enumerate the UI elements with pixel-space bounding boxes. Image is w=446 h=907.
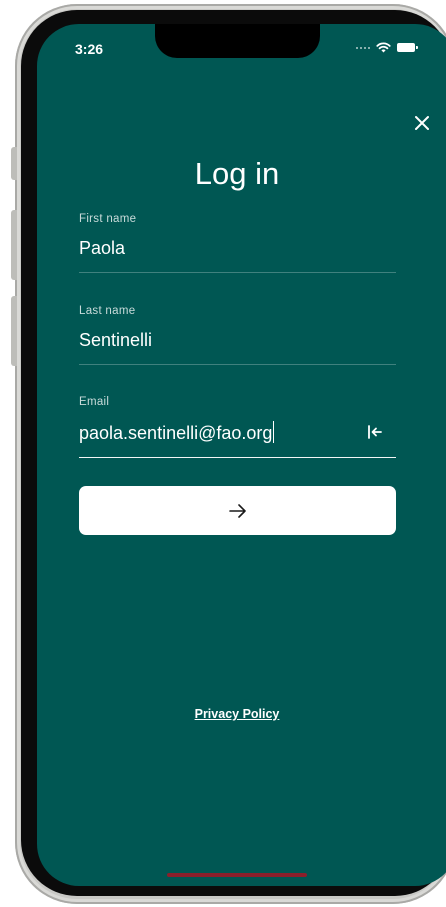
wifi-icon (376, 42, 391, 53)
mute-switch (11, 147, 17, 180)
clear-field-icon[interactable] (366, 423, 384, 441)
volume-up-button (11, 210, 17, 280)
email-input-text: paola.sentinelli@fao.org (79, 423, 273, 443)
first-name-input[interactable]: Paola (79, 238, 349, 272)
status-icons (356, 42, 418, 53)
first-name-field: First name Paola (79, 213, 396, 273)
last-name-label: Last name (79, 305, 136, 317)
privacy-policy-link[interactable]: Privacy Policy (37, 707, 437, 721)
submit-button[interactable] (79, 486, 396, 535)
close-icon (415, 116, 429, 130)
app-screen: 3:26 Log in First name Paola Last name S… (37, 24, 446, 886)
notch (155, 24, 320, 58)
text-caret (273, 421, 275, 443)
battery-icon (397, 43, 418, 52)
email-input[interactable]: paola.sentinelli@fao.org (79, 421, 349, 457)
last-name-field: Last name Sentinelli (79, 305, 396, 365)
volume-down-button (11, 296, 17, 366)
email-field: Email paola.sentinelli@fao.org (79, 396, 396, 458)
last-name-input[interactable]: Sentinelli (79, 330, 349, 364)
email-label: Email (79, 396, 110, 408)
status-time: 3:26 (75, 41, 104, 57)
arrow-right-icon (228, 503, 246, 518)
first-name-label: First name (79, 213, 137, 225)
home-indicator (167, 873, 307, 877)
signal-dots-icon (356, 46, 370, 49)
page-title: Log in (194, 156, 280, 191)
close-button[interactable] (411, 112, 433, 134)
